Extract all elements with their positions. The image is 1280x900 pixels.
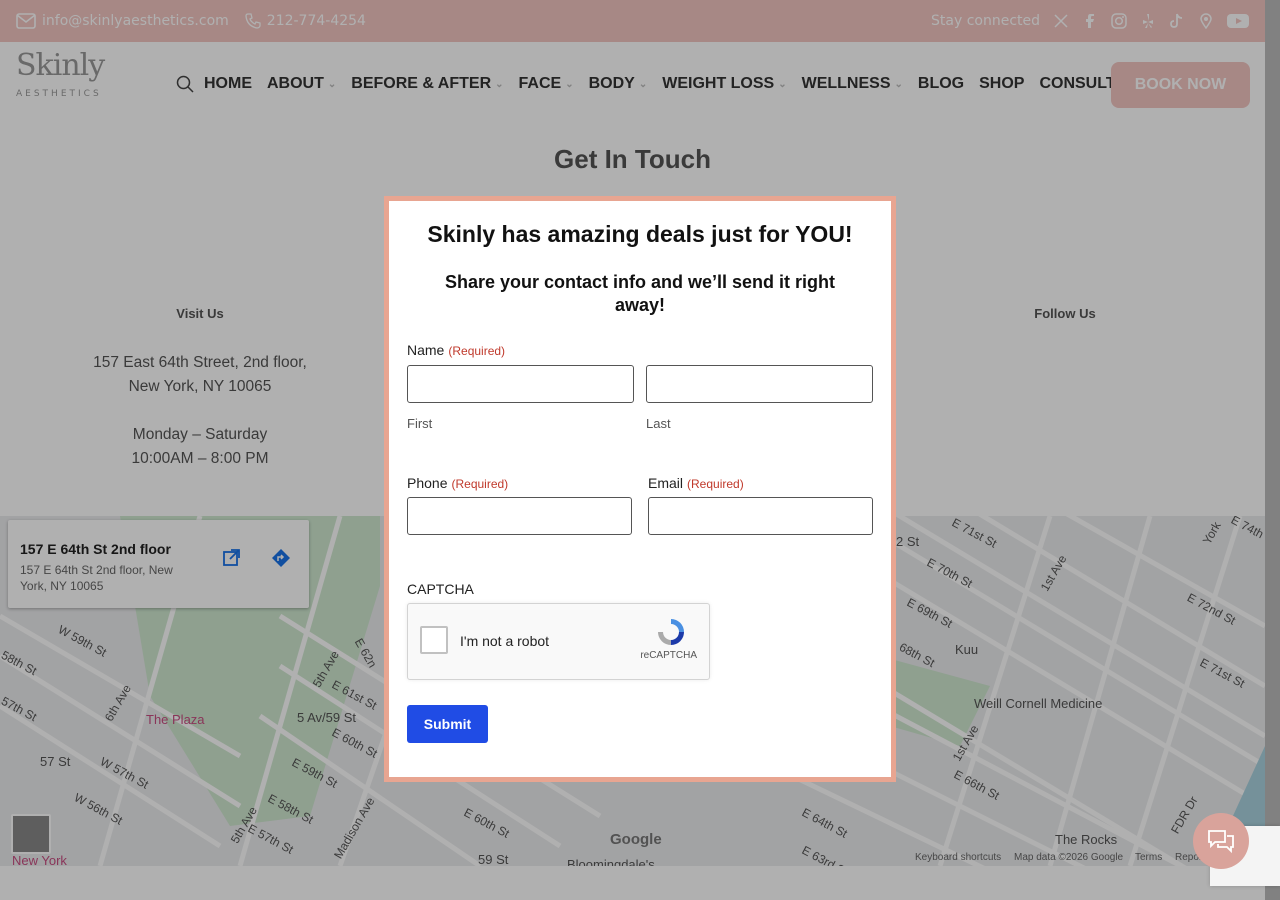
email-label: Email (Required): [648, 475, 744, 491]
recaptcha-widget: I'm not a robot reCAPTCHA: [407, 603, 710, 680]
name-label-text: Name: [407, 342, 445, 358]
recaptcha-checkbox[interactable]: [420, 626, 448, 654]
modal-title: Skinly has amazing deals just for YOU!: [427, 221, 853, 247]
chat-icon: [1208, 830, 1234, 854]
captcha-label: CAPTCHA: [407, 581, 474, 597]
required-indicator: (Required): [448, 344, 506, 358]
deals-modal: Skinly has amazing deals just for YOU! S…: [384, 196, 896, 782]
first-sublabel: First: [407, 416, 433, 431]
name-label: Name (Required): [407, 342, 505, 358]
recaptcha-text: I'm not a robot: [460, 633, 550, 649]
last-name-input[interactable]: [646, 365, 873, 403]
phone-input[interactable]: [407, 497, 632, 535]
phone-label-text: Phone: [407, 475, 448, 491]
modal-subtitle: Share your contact info and we’ll send i…: [444, 272, 836, 315]
phone-label: Phone (Required): [407, 475, 508, 491]
submit-button[interactable]: Submit: [407, 705, 488, 743]
last-sublabel: Last: [646, 416, 671, 431]
recaptcha-logo-icon: [658, 619, 684, 645]
required-indicator: (Required): [687, 477, 744, 491]
required-indicator: (Required): [451, 477, 509, 491]
first-name-input[interactable]: [407, 365, 634, 403]
email-label-text: Email: [648, 475, 684, 491]
chat-widget-button[interactable]: [1193, 813, 1249, 869]
email-input[interactable]: [648, 497, 873, 535]
recaptcha-brand: reCAPTCHA: [640, 650, 697, 661]
